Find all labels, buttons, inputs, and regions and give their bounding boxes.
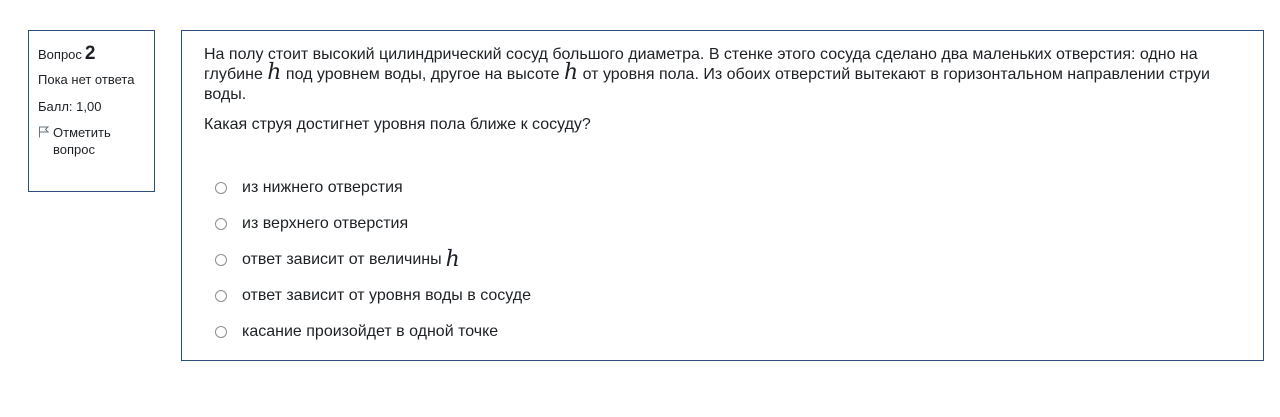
radio-button[interactable] [215,290,227,302]
radio-button[interactable] [215,326,227,338]
radio-button[interactable] [215,182,227,194]
question-content: На полу стоит высокий цилиндрический сос… [181,30,1264,361]
question-body: На полу стоит высокий цилиндрический сос… [204,45,1249,105]
math-variable-h: h [267,60,282,85]
flag-outline-icon [39,126,50,138]
flag-question-label: Отметить вопрос [53,125,111,157]
answer-label: касание произойдет в одной точке [242,323,499,340]
question-number: Вопрос 2 [38,43,146,64]
answer-label: ответ зависит от уровня воды в сосуде [242,287,531,304]
radio-button[interactable] [215,254,227,266]
question-label: Вопрос [38,47,82,62]
question-text-part2: под уровнем воды, другое на высоте [285,66,560,83]
answer-label: из верхнего отверстия [242,215,409,232]
answer-option-3[interactable]: ответ зависит от величины h [215,242,531,278]
flag-question-button[interactable]: Отметить вопрос [38,124,146,158]
answer-label: из нижнего отверстия [242,179,403,196]
math-variable-h: h [445,247,460,272]
math-variable-h: h [564,60,579,85]
question-prompt: Какая струя достигнет уровня пола ближе … [204,116,591,133]
question-text: На полу стоит высокий цилиндрический сос… [204,45,1249,135]
question-info-panel: Вопрос 2 Пока нет ответа Балл: 1,00 Отме… [28,30,155,192]
answer-option-2[interactable]: из верхнего отверстия [215,206,531,242]
radio-button[interactable] [215,218,227,230]
answer-state: Пока нет ответа [38,72,135,87]
answer-option-1[interactable]: из нижнего отверстия [215,170,531,206]
question-grade: Балл: 1,00 [38,99,102,114]
answer-label: ответ зависит от величины [242,251,442,268]
answer-option-5[interactable]: касание произойдет в одной точке [215,314,531,350]
answer-option-4[interactable]: ответ зависит от уровня воды в сосуде [215,278,531,314]
question-number-value: 2 [84,43,96,64]
answer-options: из нижнего отверстия из верхнего отверст… [215,170,531,350]
